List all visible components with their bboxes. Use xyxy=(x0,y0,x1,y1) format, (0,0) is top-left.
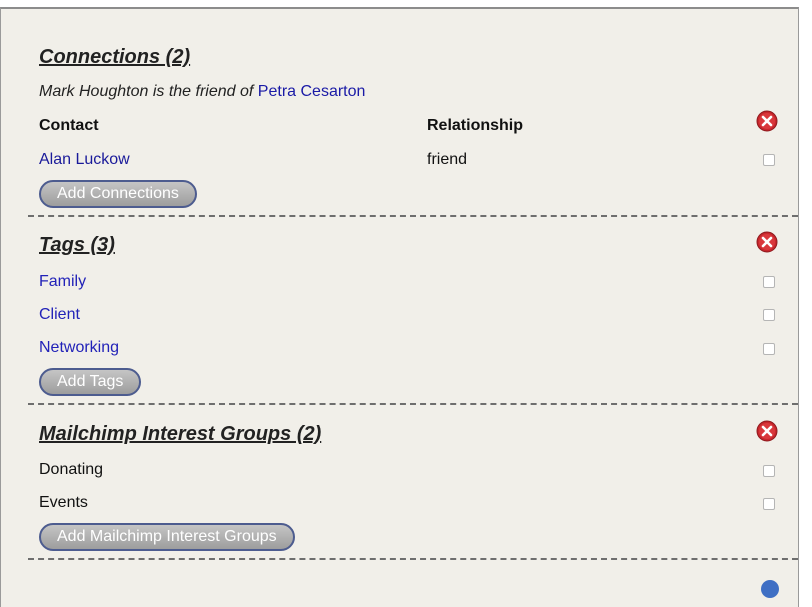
interest-group-events: Events xyxy=(39,494,88,511)
tags-heading[interactable]: Tags (3) xyxy=(39,233,115,257)
connection-relationship: friend xyxy=(427,151,468,168)
connections-note-text: Mark Houghton is the friend of xyxy=(39,83,254,100)
interest-group-checkbox-donating[interactable] xyxy=(763,465,775,477)
tag-link-client[interactable]: Client xyxy=(39,305,80,325)
add-mailchimp-groups-button[interactable]: Add Mailchimp Interest Groups xyxy=(39,523,295,551)
help-icon[interactable] xyxy=(760,579,780,599)
connections-note-link[interactable]: Petra Cesarton xyxy=(258,83,366,100)
connection-contact-link[interactable]: Alan Luckow xyxy=(39,150,130,170)
add-tags-button[interactable]: Add Tags xyxy=(39,368,142,396)
delete-icon[interactable] xyxy=(756,231,778,253)
interest-group-donating: Donating xyxy=(39,461,104,478)
tag-link-family[interactable]: Family xyxy=(39,272,86,292)
connection-row-checkbox[interactable] xyxy=(763,154,775,166)
tag-checkbox-networking[interactable] xyxy=(763,343,775,355)
tag-checkbox-family[interactable] xyxy=(763,276,775,288)
interest-group-checkbox-events[interactable] xyxy=(763,498,775,510)
section-divider xyxy=(28,403,798,405)
tag-checkbox-client[interactable] xyxy=(763,309,775,321)
mailchimp-heading[interactable]: Mailchimp Interest Groups (2) xyxy=(39,422,321,446)
column-header-relationship: Relationship xyxy=(427,117,524,134)
delete-icon[interactable] xyxy=(756,420,778,442)
connections-heading[interactable]: Connections (2) xyxy=(39,45,190,69)
details-panel: Connections (2) Mark Houghton is the fri… xyxy=(0,7,799,607)
add-connections-button[interactable]: Add Connections xyxy=(39,180,197,208)
tag-link-networking[interactable]: Networking xyxy=(39,338,119,358)
delete-icon[interactable] xyxy=(756,110,778,132)
column-header-contact: Contact xyxy=(39,117,99,134)
connections-note: Mark Houghton is the friend of Petra Ces… xyxy=(39,82,365,102)
section-divider xyxy=(28,215,798,217)
section-divider xyxy=(28,558,798,560)
